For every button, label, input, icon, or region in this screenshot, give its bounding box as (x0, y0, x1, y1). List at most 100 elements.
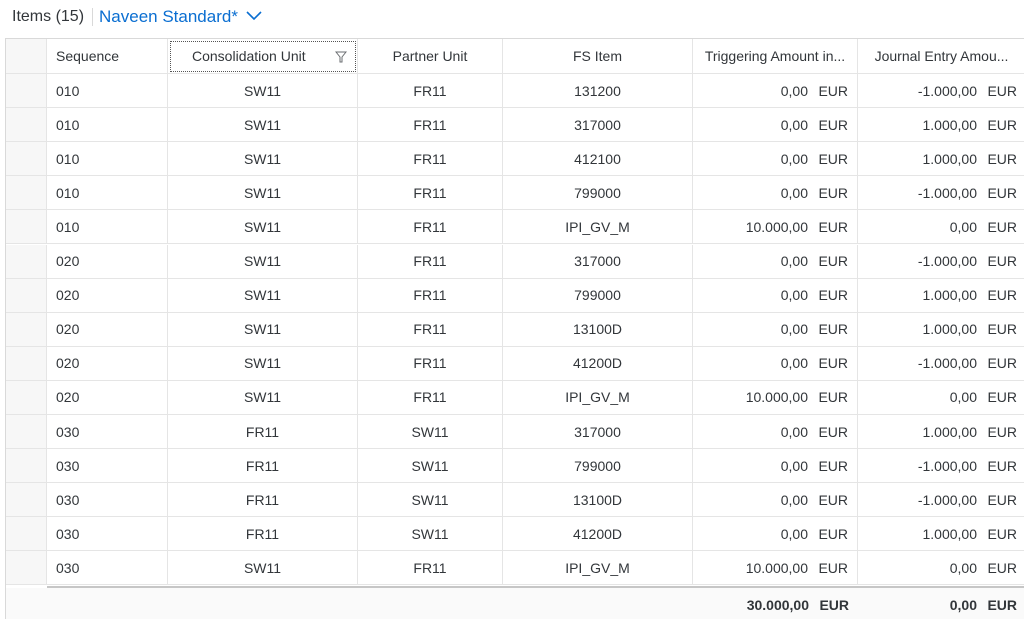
currency-code: EUR (987, 525, 1017, 542)
cell-sequence: 010 (47, 108, 168, 143)
row-selector[interactable] (6, 483, 47, 518)
cell-fs-item: 799000 (503, 278, 693, 313)
column-header-partner-unit[interactable]: Partner Unit (358, 39, 503, 74)
cell-partner-unit: FR11 (358, 142, 503, 177)
currency-code: EUR (987, 389, 1017, 406)
variant-management-button[interactable]: Naveen Standard* (99, 7, 262, 27)
currency-code: EUR (987, 287, 1017, 304)
cell-text: IPI_GV_M (565, 218, 630, 235)
cell-consolidation-unit: SW11 (168, 312, 358, 347)
currency-code: EUR (987, 184, 1017, 201)
amount-value: 0,00 (780, 150, 808, 167)
row-selector[interactable] (6, 142, 47, 177)
cell-consolidation-unit: SW11 (168, 74, 358, 109)
cell-text: 131200 (574, 82, 621, 99)
currency-code: EUR (987, 423, 1017, 440)
table-row[interactable]: 020 SW11 FR11 41200D 0,00 EUR -1.000,00 EUR (6, 346, 1024, 381)
cell-text: 317000 (574, 116, 621, 133)
items-table: Sequence Consolidation Unit Partner Unit… (5, 38, 1024, 619)
cell-partner-unit: FR11 (358, 551, 503, 586)
totals-empty (503, 588, 693, 619)
table-header-row: Sequence Consolidation Unit Partner Unit… (6, 39, 1024, 74)
cell-text: SW11 (411, 457, 449, 474)
cell-triggering-amount: 0,00 EUR (693, 74, 858, 109)
cell-text: SW11 (243, 184, 282, 201)
row-selector[interactable] (6, 449, 47, 484)
table-row[interactable]: 030 FR11 SW11 41200D 0,00 EUR 1.000,00 EUR (6, 517, 1024, 552)
row-selector[interactable] (6, 108, 47, 143)
currency-code: EUR (818, 82, 848, 99)
table-row[interactable]: 010 SW11 FR11 412100 0,00 EUR 1.000,00 EUR (6, 142, 1024, 177)
row-selector[interactable] (6, 176, 47, 211)
table-row[interactable]: 010 SW11 FR11 IPI_GV_M 10.000,00 EUR 0,00 EUR (6, 210, 1024, 245)
amount-value: 0,00 (780, 457, 808, 474)
cell-text: SW11 (411, 491, 449, 508)
table-row[interactable]: 030 SW11 FR11 IPI_GV_M 10.000,00 EUR 0,00 EUR (6, 551, 1024, 586)
table-row[interactable]: 030 FR11 SW11 317000 0,00 EUR 1.000,00 EUR (6, 415, 1024, 450)
cell-text: FR11 (245, 457, 280, 474)
table-row[interactable]: 020 SW11 FR11 317000 0,00 EUR -1.000,00 EUR (6, 244, 1024, 279)
table-row[interactable]: 010 SW11 FR11 317000 0,00 EUR 1.000,00 EUR (6, 108, 1024, 143)
cell-text: FR11 (413, 150, 447, 167)
row-selector[interactable] (6, 346, 47, 381)
currency-code: EUR (987, 116, 1017, 133)
table-row[interactable]: 010 SW11 FR11 131200 0,00 EUR -1.000,00 EUR (6, 74, 1024, 109)
row-selector[interactable] (6, 551, 47, 586)
currency-code: EUR (818, 116, 848, 133)
cell-text: 030 (56, 559, 80, 576)
cell-triggering-amount: 0,00 EUR (693, 415, 858, 450)
cell-triggering-amount: 0,00 EUR (693, 244, 858, 279)
currency-code: EUR (818, 355, 848, 372)
row-selector[interactable] (6, 415, 47, 450)
row-selector[interactable] (6, 210, 47, 245)
cell-text: SW11 (411, 423, 449, 440)
currency-code: EUR (987, 596, 1017, 613)
table-row[interactable]: 020 SW11 FR11 IPI_GV_M 10.000,00 EUR 0,00 EUR (6, 380, 1024, 415)
amount-value: 0,00 (780, 355, 808, 372)
cell-text: 010 (56, 116, 80, 133)
column-header-consolidation-unit[interactable]: Consolidation Unit (168, 39, 358, 74)
column-header-sequence[interactable]: Sequence (47, 39, 168, 74)
cell-text: 010 (56, 184, 80, 201)
currency-code: EUR (987, 321, 1017, 338)
table-row[interactable]: 030 FR11 SW11 799000 0,00 EUR -1.000,00 EUR (6, 449, 1024, 484)
currency-code: EUR (818, 253, 848, 270)
amount-value: 0,00 (780, 253, 808, 270)
table-row[interactable]: 030 FR11 SW11 13100D 0,00 EUR -1.000,00 EUR (6, 483, 1024, 518)
table-row[interactable]: 020 SW11 FR11 799000 0,00 EUR 1.000,00 EUR (6, 278, 1024, 313)
currency-code: EUR (818, 150, 848, 167)
cell-text: FR11 (245, 525, 280, 542)
cell-journal-entry-amount: 0,00 EUR (858, 210, 1024, 245)
cell-journal-entry-amount: -1.000,00 EUR (858, 74, 1024, 109)
cell-text: 13100D (572, 321, 623, 338)
table-row[interactable]: 010 SW11 FR11 799000 0,00 EUR -1.000,00 EUR (6, 176, 1024, 211)
currency-code: EUR (987, 491, 1017, 508)
column-header-triggering-amount[interactable]: Triggering Amount in... (693, 39, 858, 74)
column-header-label: Journal Entry Amou... (874, 48, 1009, 64)
cell-journal-entry-amount: -1.000,00 EUR (858, 449, 1024, 484)
cell-triggering-amount: 0,00 EUR (693, 312, 858, 347)
cell-text: 799000 (574, 287, 621, 304)
row-selector[interactable] (6, 380, 47, 415)
currency-code: EUR (987, 150, 1017, 167)
column-header-fs-item[interactable]: FS Item (503, 39, 693, 74)
select-all-cell[interactable] (6, 39, 47, 74)
row-selector[interactable] (6, 278, 47, 313)
row-selector[interactable] (6, 74, 47, 109)
filter-icon (334, 50, 348, 63)
row-selector[interactable] (6, 312, 47, 347)
currency-code: EUR (818, 457, 848, 474)
column-header-journal-entry-amount[interactable]: Journal Entry Amou... (858, 39, 1024, 74)
row-selector[interactable] (6, 517, 47, 552)
amount-value: 10.000,00 (745, 389, 808, 406)
cell-text: SW11 (243, 389, 282, 406)
cell-text: SW11 (411, 525, 449, 542)
table-row[interactable]: 020 SW11 FR11 13100D 0,00 EUR 1.000,00 EUR (6, 312, 1024, 347)
cell-consolidation-unit: FR11 (168, 483, 358, 518)
row-selector[interactable] (6, 244, 47, 279)
currency-code: EUR (987, 559, 1017, 576)
cell-text: SW11 (243, 82, 282, 99)
currency-code: EUR (987, 218, 1017, 235)
cell-triggering-amount: 0,00 EUR (693, 108, 858, 143)
amount-value: 0,00 (780, 491, 808, 508)
